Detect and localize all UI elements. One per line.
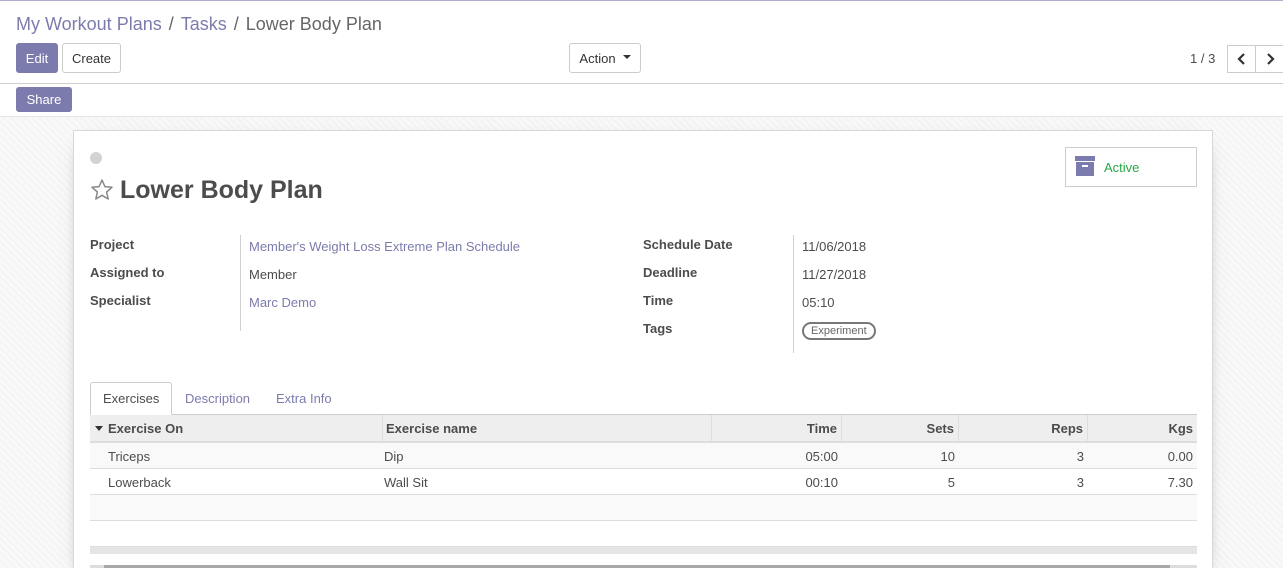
- column-header-reps[interactable]: Reps: [958, 415, 1087, 441]
- caret-down-icon: [622, 55, 631, 59]
- cell-sets: 5: [947, 474, 955, 490]
- column-header-kgs[interactable]: Kgs: [1087, 415, 1197, 441]
- cell-reps: 3: [1076, 474, 1084, 490]
- action-label: Action: [579, 50, 616, 66]
- field-divider: [240, 235, 241, 331]
- assigned-to-label: Assigned to: [90, 265, 165, 280]
- pager-next-button[interactable]: [1255, 45, 1283, 73]
- column-header-exercise-name[interactable]: Exercise name: [382, 415, 711, 441]
- breadcrumb: My Workout Plans / Tasks / Lower Body Pl…: [16, 14, 382, 35]
- specialist-label: Specialist: [90, 293, 151, 308]
- pager-value[interactable]: 1 / 3: [1190, 51, 1215, 66]
- form-sheet: Lower Body Plan Active Project Assigned …: [73, 130, 1213, 568]
- kanban-state-indicator[interactable]: [90, 152, 102, 164]
- tags-label: Tags: [643, 321, 673, 336]
- edit-button[interactable]: Edit: [16, 43, 58, 73]
- cell-reps: 3: [1076, 448, 1084, 464]
- cell-exercise-name: Dip: [384, 448, 404, 464]
- assigned-to-value: Member: [249, 267, 297, 282]
- column-header-time[interactable]: Time: [711, 415, 841, 441]
- tab-exercises[interactable]: Exercises: [90, 382, 173, 415]
- share-bar: Share: [0, 84, 1283, 117]
- cell-exercise-on: Triceps: [108, 448, 151, 464]
- table-header: Exercise On Exercise name Time Sets Reps…: [90, 415, 1197, 443]
- schedule-date-value: 11/06/2018: [802, 239, 867, 254]
- breadcrumb-link-tasks[interactable]: Tasks: [181, 14, 227, 35]
- cell-kgs: 0.00: [1167, 448, 1193, 464]
- tag-badge[interactable]: Experiment: [802, 322, 876, 340]
- breadcrumb-separator: /: [233, 14, 239, 34]
- control-panel: My Workout Plans / Tasks / Lower Body Pl…: [0, 1, 1283, 84]
- table-footer: [90, 547, 1197, 554]
- tab-extra-info[interactable]: Extra Info: [276, 382, 332, 415]
- time-label: Time: [643, 293, 674, 308]
- schedule-date-label: Schedule Date: [643, 237, 733, 252]
- field-divider: [793, 235, 794, 353]
- pager-previous-button[interactable]: [1227, 45, 1256, 73]
- active-label: Active: [1104, 159, 1140, 175]
- empty-table-row: [90, 495, 1197, 521]
- breadcrumb-current: Lower Body Plan: [245, 14, 382, 34]
- cell-exercise-name: Wall Sit: [384, 474, 428, 490]
- table-row[interactable]: Triceps Dip 05:00 10 3 0.00: [90, 443, 1197, 469]
- cell-kgs: 7.30: [1167, 474, 1193, 490]
- deadline-label: Deadline: [643, 265, 698, 280]
- deadline-value: 11/27/2018: [802, 267, 867, 282]
- project-label: Project: [90, 237, 135, 252]
- action-dropdown-button[interactable]: Action: [569, 43, 641, 73]
- sort-caret-icon[interactable]: [95, 426, 103, 431]
- star-icon[interactable]: [90, 178, 114, 205]
- column-header-exercise-on[interactable]: Exercise On: [105, 415, 382, 441]
- notebook-tabs: Exercises Description Extra Info: [90, 382, 1197, 415]
- breadcrumb-separator: /: [168, 14, 174, 34]
- empty-table-row: [90, 521, 1197, 547]
- chevron-right-icon: [1266, 53, 1275, 65]
- table-row[interactable]: Lowerback Wall Sit 00:10 5 3 7.30: [90, 469, 1197, 495]
- cell-sets: 10: [940, 448, 955, 464]
- create-button[interactable]: Create: [62, 43, 121, 73]
- share-button[interactable]: Share: [16, 87, 72, 112]
- column-header-sets[interactable]: Sets: [841, 415, 958, 441]
- active-toggle-button[interactable]: Active: [1065, 147, 1197, 187]
- time-value: 05:10: [802, 295, 835, 310]
- specialist-value-link[interactable]: Marc Demo: [249, 295, 316, 310]
- cell-time: 00:10: [805, 474, 838, 490]
- cell-exercise-on: Lowerback: [108, 474, 171, 490]
- project-value-link[interactable]: Member's Weight Loss Extreme Plan Schedu…: [249, 239, 520, 254]
- record-title: Lower Body Plan: [120, 176, 323, 204]
- chevron-left-icon: [1236, 53, 1245, 65]
- archive-icon: [1074, 155, 1096, 180]
- breadcrumb-link-workout-plans[interactable]: My Workout Plans: [16, 14, 162, 35]
- tab-description[interactable]: Description: [185, 382, 250, 415]
- cell-time: 05:00: [805, 448, 838, 464]
